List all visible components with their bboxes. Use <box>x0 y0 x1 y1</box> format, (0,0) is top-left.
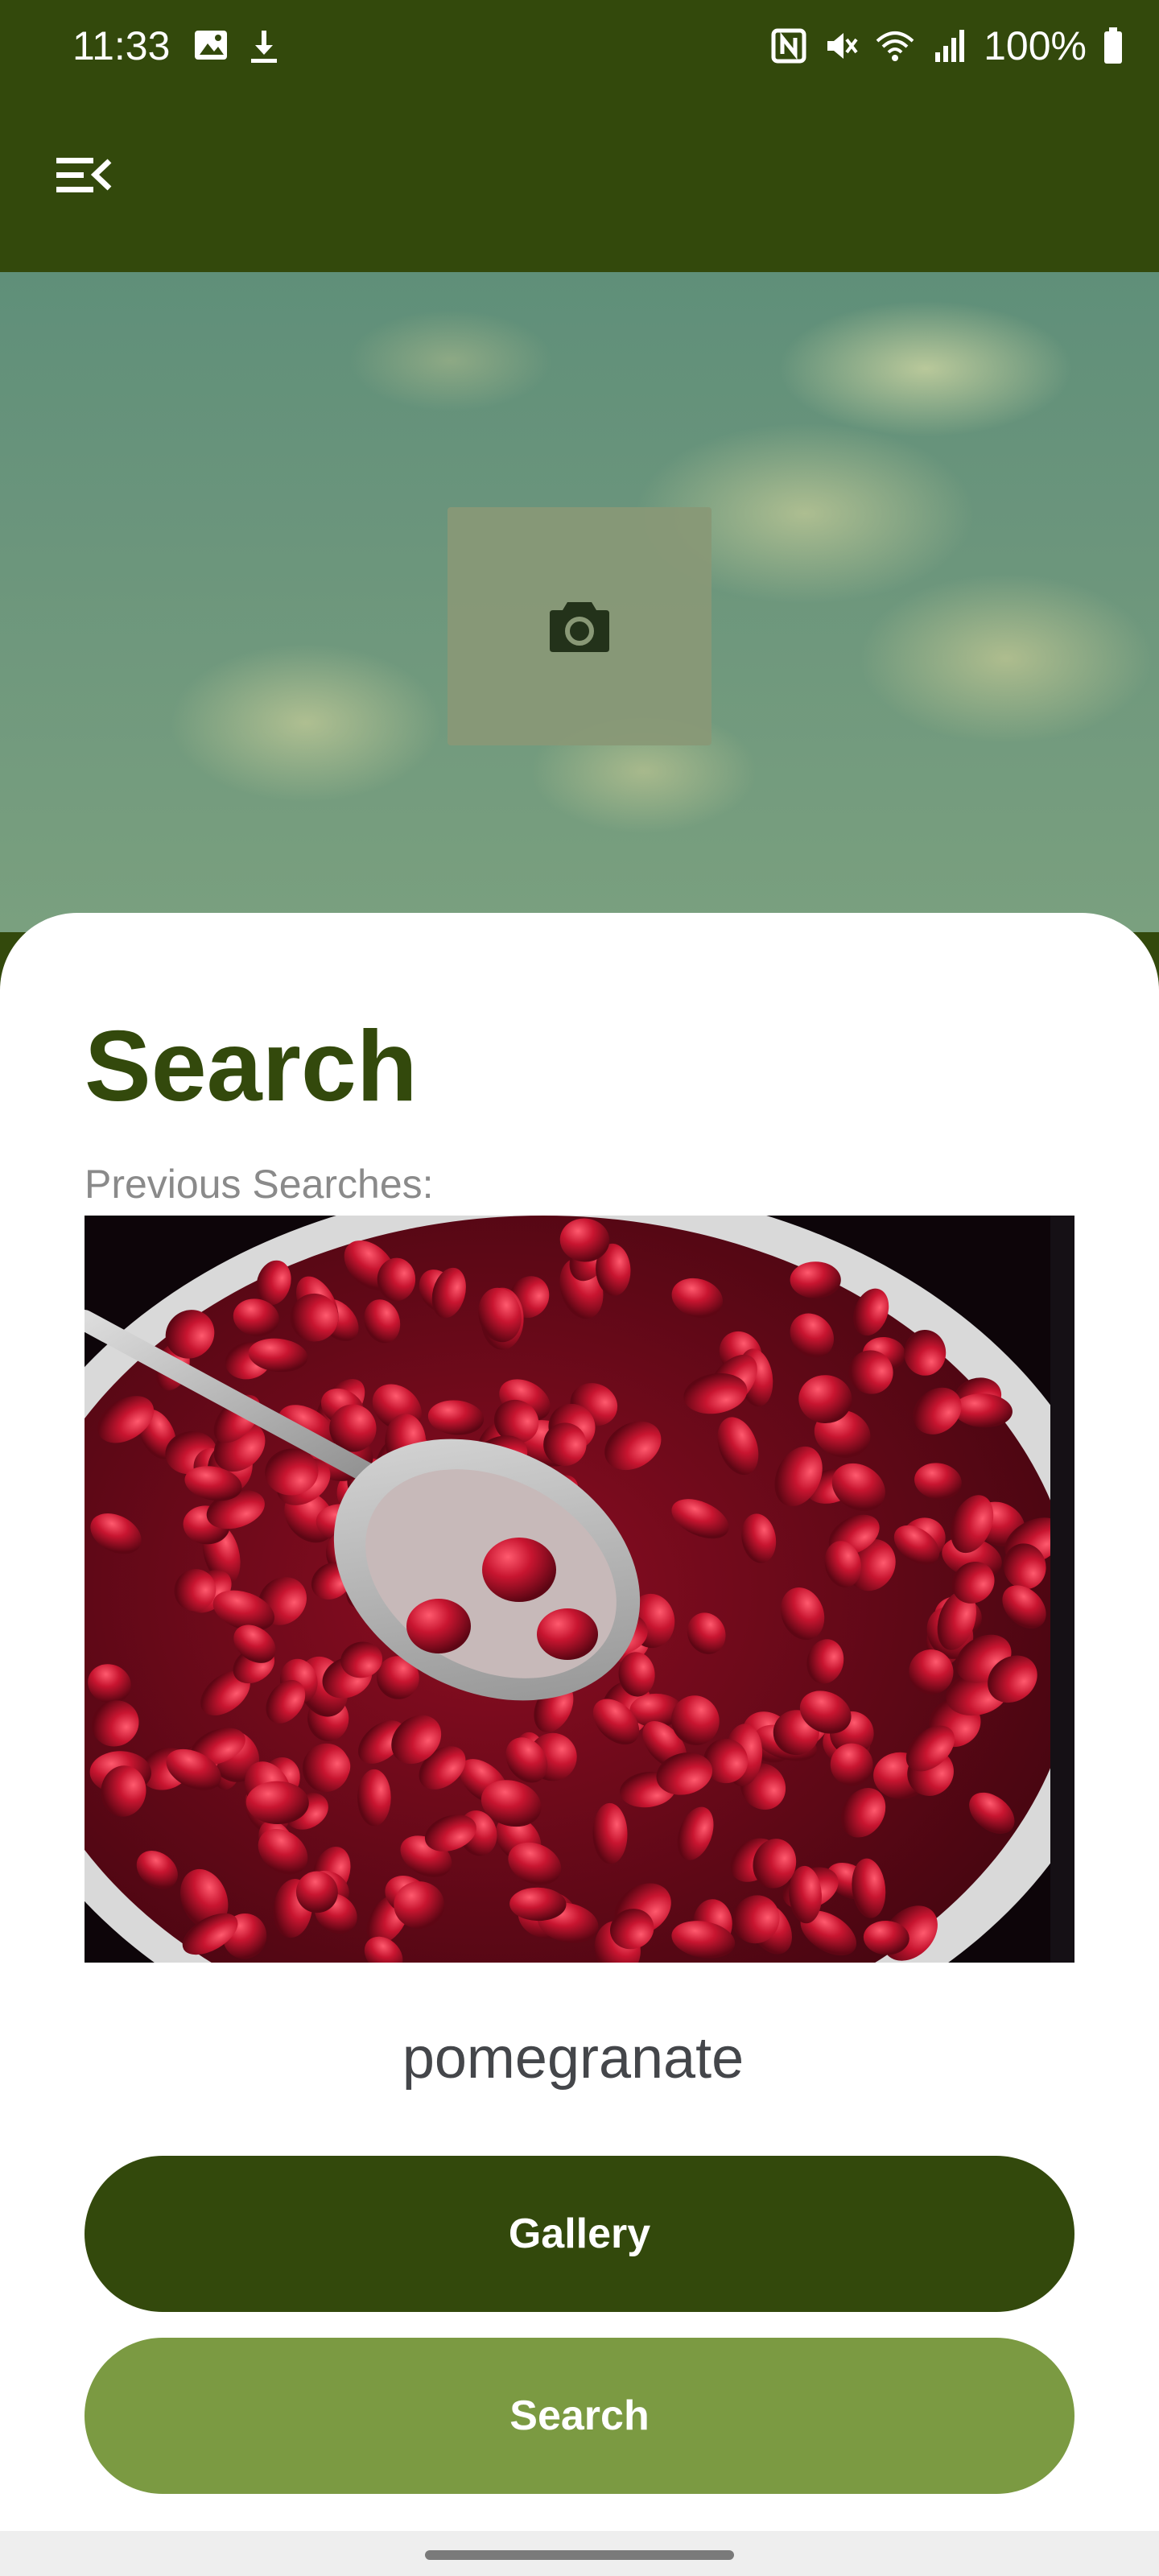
hero-background <box>0 272 1159 932</box>
status-time: 11:33 <box>72 23 171 68</box>
system-nav-bar <box>0 2531 1159 2576</box>
status-icons-right: 100% <box>771 23 1124 69</box>
previous-searches-label: Previous Searches: <box>85 1162 434 1207</box>
gallery-button[interactable]: Gallery <box>85 2156 1074 2312</box>
nfc-icon <box>771 28 806 64</box>
home-gesture-handle[interactable] <box>425 2550 734 2560</box>
menu-collapse-icon[interactable] <box>48 150 116 201</box>
app-screen: 11:33 100% Search Previous Searches: pom… <box>0 0 1159 2576</box>
camera-icon <box>550 602 609 652</box>
status-icons-left <box>193 29 280 64</box>
top-app-bar: 11:33 100% <box>0 0 1159 272</box>
camera-button[interactable] <box>448 507 711 745</box>
mute-icon <box>827 33 858 59</box>
page-title: Search <box>85 1011 418 1122</box>
status-bar: 11:33 100% <box>0 0 1159 98</box>
search-sheet: Search Previous Searches: pomegranate Ga… <box>0 913 1159 2531</box>
wifi-icon <box>876 31 914 61</box>
pomegranate-seed <box>790 1261 841 1298</box>
pomegranate-photo <box>85 1216 1074 1963</box>
battery-percent: 100% <box>984 23 1087 68</box>
pomegranate-seed <box>394 1881 445 1929</box>
search-result-label: pomegranate <box>402 2026 744 2091</box>
battery-icon <box>1104 27 1122 64</box>
download-icon <box>251 31 277 63</box>
search-button[interactable]: Search <box>85 2338 1074 2494</box>
previous-search-image[interactable] <box>85 1216 1074 1963</box>
pomegranate-seed <box>357 1769 391 1827</box>
signal-icon <box>935 30 965 62</box>
image-icon <box>195 31 227 60</box>
